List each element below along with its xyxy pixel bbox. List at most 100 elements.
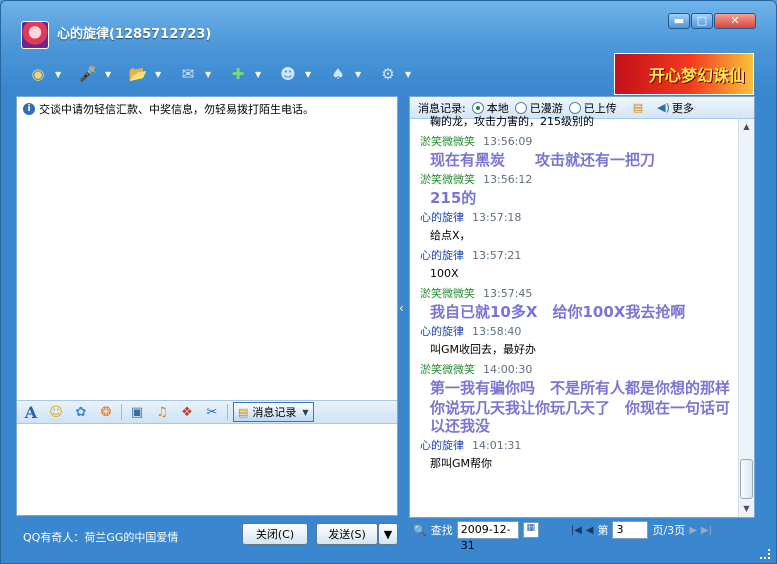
message-history-button[interactable]: ▤ 消息记录 ▼ <box>233 402 314 422</box>
search-icon[interactable]: 🔍 <box>413 524 427 537</box>
chevron-down-icon[interactable]: ▼ <box>205 70 211 79</box>
message-text: 鞠的龙，攻击力害的，215级别的 <box>430 115 594 128</box>
search-label[interactable]: 查找 <box>431 522 453 538</box>
vertical-scrollbar[interactable]: ▲ ▼ <box>738 119 754 517</box>
chevron-down-icon[interactable]: ▼ <box>305 70 311 79</box>
collapse-panel-icon[interactable]: ‹ <box>399 301 404 315</box>
chevron-down-icon[interactable]: ▼ <box>302 408 308 417</box>
message-item: 淤笑微微笑 14:00:30 第一我有骗你吗 不是所有人都是你想的那样 <box>420 361 736 397</box>
group-icon[interactable]: ☻ <box>275 61 301 87</box>
first-page-icon[interactable]: |◀ <box>571 525 582 536</box>
minimize-button[interactable]: ▬ <box>668 13 690 29</box>
chevron-down-icon[interactable]: ▼ <box>55 70 61 79</box>
magic-emoticon-icon[interactable]: ✿ <box>71 403 91 421</box>
message-time: 13:57:45 <box>483 287 533 300</box>
close-window-button[interactable]: ✕ <box>714 13 756 29</box>
toolbar-button[interactable]: ♠ ▼ <box>325 59 373 89</box>
message-header: 淤笑微微笑 13:56:12 <box>420 171 736 189</box>
message-sender[interactable]: 淤笑微微笑 <box>420 287 475 300</box>
toolbar-button[interactable]: ◉ ▼ <box>25 59 73 89</box>
scroll-down-icon[interactable]: ▼ <box>739 501 754 517</box>
toolbar-button[interactable]: ⚙ ▼ <box>375 59 423 89</box>
message-time: 13:57:21 <box>472 249 522 262</box>
message-item: 心的旋律 13:57:21 100X <box>420 247 736 283</box>
message-text: 叫GM收回去，最好办 <box>430 343 537 356</box>
font-icon[interactable]: A <box>21 403 41 422</box>
message-text: 第一我有骗你吗 不是所有人都是你想的那样 <box>430 379 731 397</box>
maximize-button[interactable]: □ <box>691 13 713 29</box>
chevron-down-icon[interactable]: ▼ <box>405 70 411 79</box>
page-input[interactable]: 3 <box>612 521 649 539</box>
message-time: 13:58:40 <box>472 325 522 338</box>
close-button[interactable]: 关闭(C) <box>242 523 308 545</box>
chevron-down-icon[interactable]: ▼ <box>155 70 161 79</box>
screenshot-icon[interactable]: ✂ <box>202 403 222 421</box>
ad-banner[interactable]: 开心梦幻诛仙 <box>614 53 754 95</box>
avatar[interactable] <box>21 21 49 49</box>
scroll-up-icon[interactable]: ▲ <box>739 119 754 135</box>
toolbar-button[interactable]: ☻ ▼ <box>275 59 323 89</box>
message-sender[interactable]: 心的旋律 <box>420 249 464 262</box>
message-sender[interactable]: 淤笑微微笑 <box>420 173 475 186</box>
message-sender[interactable]: 淤笑微微笑 <box>420 135 475 148</box>
send-options-button[interactable]: ▼ <box>378 523 398 545</box>
radio-dot[interactable] <box>514 101 527 114</box>
date-field[interactable]: 2009-12-31 <box>456 521 519 552</box>
chevron-down-icon[interactable]: ▼ <box>355 70 361 79</box>
message-text: 给点X， <box>430 229 471 242</box>
send-button[interactable]: 发送(S) <box>316 523 378 545</box>
image-icon[interactable]: ▣ <box>127 403 147 421</box>
last-page-icon[interactable]: ▶| <box>701 525 712 536</box>
message-text: 你说玩几天我让你玩几天了 你现在一句话可以还我没 <box>430 399 731 435</box>
add-contact-icon[interactable]: ✚ <box>225 61 251 87</box>
game-icon[interactable]: ♠ <box>325 61 351 87</box>
message-box-icon[interactable]: ✉ <box>175 61 201 87</box>
toolbar-button[interactable]: 🎤 ▼ <box>75 59 123 89</box>
toolbar-button[interactable]: ✚ ▼ <box>225 59 273 89</box>
message-item: 鞠的龙，攻击力害的，215级别的 <box>420 113 736 131</box>
message-text: 那叫GM帮你 <box>430 457 493 470</box>
message-item: 淤笑微微笑 13:56:12 215的 <box>420 171 736 207</box>
message-text: 我自已就10多X 给你100X我去抢啊 <box>430 303 686 321</box>
message-sender[interactable]: 心的旋律 <box>420 439 464 452</box>
emoticon-icon[interactable]: ☺ <box>46 403 66 421</box>
calendar-icon[interactable]: ▦ <box>522 522 539 538</box>
chevron-down-icon[interactable]: ▼ <box>105 70 111 79</box>
message-sender[interactable]: 淤笑微微笑 <box>420 363 475 376</box>
page-suffix: 页/3页 <box>652 524 686 537</box>
history-button-label: 消息记录 <box>252 406 297 419</box>
settings-icon[interactable]: ⚙ <box>375 61 401 87</box>
send-file-icon[interactable]: 📂 <box>125 61 151 87</box>
peer-status: QQ有奇人：荷兰GG的中国爱情 <box>23 531 179 544</box>
message-time: 14:00:30 <box>483 363 533 376</box>
message-item: 淤笑微微笑 13:57:45 我自已就10多X 给你100X我去抢啊 <box>420 285 736 321</box>
toolbar-button[interactable]: ✉ ▼ <box>175 59 223 89</box>
scroll-thumb[interactable] <box>740 459 753 499</box>
next-page-icon[interactable]: ▶ <box>689 525 697 536</box>
shake-window-icon[interactable]: ❂ <box>96 403 116 421</box>
message-header: 心的旋律 13:57:21 <box>420 247 736 265</box>
prev-page-icon[interactable]: ◀ <box>586 525 594 536</box>
chat-pane: i 交谈中请勿轻信汇款、中奖信息，勿轻易拨打陌生电话。 A ☺ ✿ ❂ ▣ ♫ … <box>16 96 398 516</box>
chevron-down-icon[interactable]: ▼ <box>255 70 261 79</box>
message-item: 心的旋律 13:57:18 给点X， <box>420 209 736 245</box>
history-icon: ▤ <box>238 405 249 419</box>
notice-text: 交谈中请勿轻信汇款、中奖信息，勿轻易拨打陌生电话。 <box>39 103 314 116</box>
webcam-icon[interactable]: ◉ <box>25 61 51 87</box>
message-time: 13:57:18 <box>472 211 522 224</box>
toolbar-button[interactable]: 📂 ▼ <box>125 59 173 89</box>
resize-grip[interactable] <box>760 549 770 559</box>
gift-icon[interactable]: ❖ <box>177 403 197 421</box>
history-pane: 消息记录: 本地 已漫游 已上传 ▤ ◀) 更多 鞠的龙，攻击力害的，215级别… <box>409 96 755 518</box>
info-icon: i <box>23 103 35 115</box>
message-sender[interactable]: 心的旋律 <box>420 325 464 338</box>
message-list: 鞠的龙，攻击力害的，215级别的 淤笑微微笑 13:56:09 现在有黑炭 攻击就还有… <box>420 113 736 511</box>
radio-dot[interactable] <box>471 101 484 114</box>
music-icon[interactable]: ♫ <box>152 403 172 421</box>
message-header: 心的旋律 14:01:31 <box>420 437 736 455</box>
radio-dot[interactable] <box>568 101 581 114</box>
message-sender[interactable]: 心的旋律 <box>420 211 464 224</box>
microphone-icon[interactable]: 🎤 <box>75 61 101 87</box>
message-header: 淤笑微微笑 13:56:09 <box>420 133 736 151</box>
message-time: 13:56:09 <box>483 135 533 148</box>
